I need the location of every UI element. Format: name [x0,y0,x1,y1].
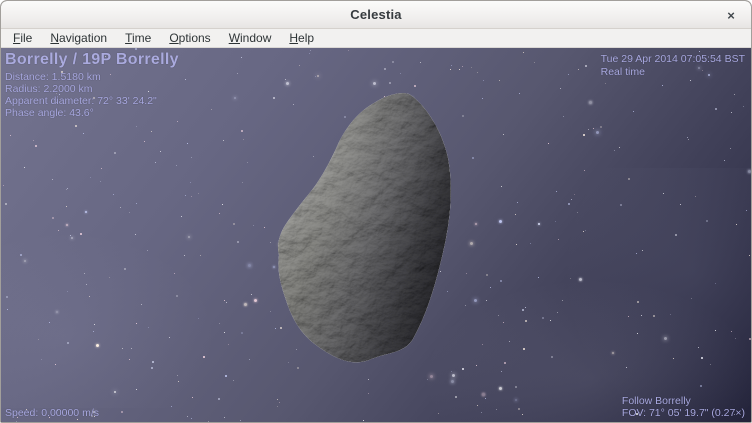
target-info-panel: Borrelly / 19P Borrelly Distance: 1.5180… [5,51,179,119]
menu-time[interactable]: Time [116,30,160,47]
target-radius: Radius: 2.2000 km [5,83,179,95]
window-title: Celestia [350,7,401,22]
menu-options[interactable]: Options [160,30,219,47]
menu-file[interactable]: File [4,30,41,47]
fov-readout: FOV: 71° 05' 19.7" (0.27×) [622,407,745,419]
menu-help[interactable]: Help [280,30,323,47]
follow-mode: Follow Borrelly [622,395,745,407]
target-name: Borrelly / 19P Borrelly [5,51,179,69]
target-phase-angle: Phase angle: 43.6° [5,107,179,119]
title-bar[interactable]: Celestia × [1,1,751,29]
celestia-window: Celestia × File Navigation Time Options … [0,0,752,423]
current-datetime: Tue 29 Apr 2014 07:05:54 BST [601,53,745,66]
space-viewport[interactable]: Borrelly / 19P Borrelly Distance: 1.5180… [1,48,751,422]
menu-bar: File Navigation Time Options Window Help [1,29,751,48]
target-apparent-diameter: Apparent diameter: 72° 33' 24.2" [5,95,179,107]
speed-readout: Speed: 0.00000 m/s [5,407,99,419]
time-panel: Tue 29 Apr 2014 07:05:54 BST Real time [601,53,745,79]
menu-navigation[interactable]: Navigation [41,30,116,47]
status-panel: Follow Borrelly FOV: 71° 05' 19.7" (0.27… [622,395,745,419]
time-mode: Real time [601,66,745,79]
close-icon[interactable]: × [721,5,741,25]
target-distance: Distance: 1.5180 km [5,71,179,83]
menu-window[interactable]: Window [220,30,281,47]
